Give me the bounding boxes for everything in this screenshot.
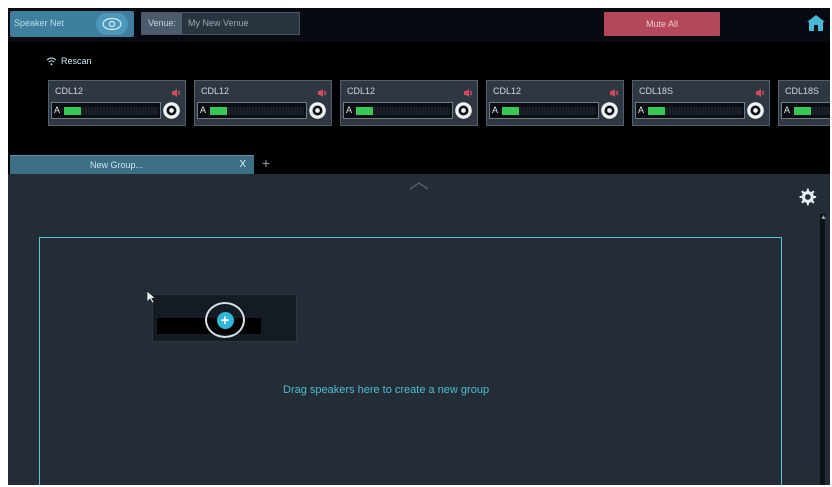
add-tab-button[interactable]: +: [258, 154, 274, 172]
speaker-name: CDL12: [347, 86, 376, 96]
meter-fill: [64, 107, 81, 115]
group-tab-bar: New Group... X +: [8, 152, 830, 174]
app-window: Speaker Net Venue: My New Venue Mute All: [8, 8, 830, 485]
tab-label: New Group...: [90, 160, 144, 170]
speaker-icon[interactable]: [755, 85, 765, 97]
meter-fill: [794, 107, 811, 115]
speaker-icon[interactable]: [171, 85, 181, 97]
vertical-scrollbar[interactable]: [820, 214, 825, 485]
speaker-settings-icon[interactable]: [162, 101, 181, 120]
speaker-card[interactable]: CDL18S A: [778, 80, 830, 126]
speaker-name: CDL18S: [639, 86, 674, 96]
home-icon: [807, 15, 825, 31]
speaker-card[interactable]: CDL12 A: [486, 80, 624, 126]
add-group-button[interactable]: +: [205, 302, 245, 338]
speaker-strip: CDL12 A CDL12 A CDL12 A CDL12 A CDL18S A CDL18S A: [48, 80, 830, 126]
top-bar: Speaker Net Venue: My New Venue Mute All: [8, 8, 830, 42]
channel-label: A: [346, 105, 353, 115]
speaker-name: CDL18S: [785, 86, 820, 96]
speaker-card[interactable]: CDL18S A: [632, 80, 770, 126]
group-workspace: ▲ + Drag speakers here to create a new g…: [8, 174, 830, 485]
wifi-icon: [46, 57, 57, 65]
meter-fill: [210, 107, 227, 115]
channel-label: A: [200, 105, 207, 115]
channel-label: A: [54, 105, 61, 115]
venue-label: Venue:: [142, 13, 182, 34]
home-button[interactable]: [804, 10, 828, 36]
speaker-name: CDL12: [55, 86, 84, 96]
level-meter: A: [343, 102, 453, 119]
speaker-icon[interactable]: [317, 85, 327, 97]
close-icon[interactable]: X: [239, 159, 246, 170]
speaker-settings-icon[interactable]: [454, 101, 473, 120]
plus-icon: +: [216, 311, 234, 329]
network-icon: [96, 13, 128, 35]
speaker-settings-icon[interactable]: [746, 101, 765, 120]
rescan-label: Rescan: [61, 56, 92, 66]
speaker-icon[interactable]: [463, 85, 473, 97]
speaker-name: CDL12: [493, 86, 522, 96]
speaker-card[interactable]: CDL12 A: [340, 80, 478, 126]
speaker-icon[interactable]: [609, 85, 619, 97]
speaker-settings-icon[interactable]: [308, 101, 327, 120]
scroll-up-arrow-icon[interactable]: ▲: [820, 214, 827, 222]
meter-fill: [648, 107, 665, 115]
chevron-up-icon[interactable]: [407, 180, 431, 190]
channel-label: A: [784, 105, 791, 115]
level-meter: A: [489, 102, 599, 119]
venue-name: My New Venue: [188, 18, 249, 28]
speaker-network-label: Speaker Net: [14, 18, 65, 28]
level-meter: A: [197, 102, 307, 119]
meter-fill: [502, 107, 519, 115]
channel-label: A: [492, 105, 499, 115]
mouse-cursor-icon: [146, 290, 156, 304]
speaker-card[interactable]: CDL12 A: [48, 80, 186, 126]
level-meter: A: [51, 102, 161, 119]
drop-zone[interactable]: + Drag speakers here to create a new gro…: [39, 237, 782, 485]
channel-label: A: [638, 105, 645, 115]
level-meter: A: [635, 102, 745, 119]
gear-icon[interactable]: [797, 187, 817, 207]
venue-field[interactable]: Venue: My New Venue: [141, 12, 300, 35]
tab-new-group[interactable]: New Group... X: [10, 155, 254, 174]
rescan-button[interactable]: Rescan: [46, 56, 92, 66]
speaker-network-button[interactable]: Speaker Net: [10, 11, 134, 37]
speaker-name: CDL12: [201, 86, 230, 96]
new-group-card[interactable]: +: [152, 294, 297, 342]
level-meter: A: [781, 102, 830, 119]
speaker-settings-icon[interactable]: [600, 101, 619, 120]
speaker-card[interactable]: CDL12 A: [194, 80, 332, 126]
mute-all-button[interactable]: Mute All: [604, 12, 720, 36]
drop-zone-hint: Drag speakers here to create a new group: [283, 384, 490, 396]
meter-fill: [356, 107, 373, 115]
